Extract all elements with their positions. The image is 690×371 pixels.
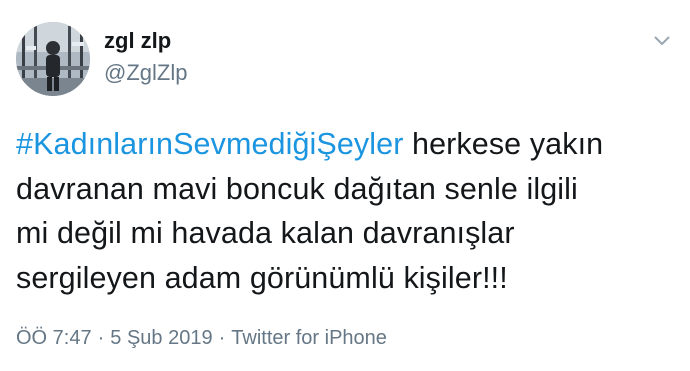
tweet-text-line: sergileyen adam görünümlü kişiler!!! [16, 260, 508, 295]
hashtag-link[interactable]: #KadınlarınSevmediğiŞeyler [16, 127, 403, 161]
tweet-source[interactable]: Twitter for iPhone [231, 327, 387, 349]
tweet-text-line: #KadınlarınSevmediğiŞeyler herkese yakın [16, 122, 680, 167]
tweet-menu-button[interactable] [648, 30, 676, 52]
tweet-text-segment: herkese yakın [403, 127, 604, 161]
avatar[interactable] [16, 22, 90, 96]
tweet-card: zgl zlp @ZglZlp #KadınlarınSevmediğiŞeyl… [0, 0, 690, 371]
tweet-time[interactable]: ÖÖ 7:47 [16, 327, 92, 349]
tweet-text-line: davranan mavi boncuk dağıtan senle ilgil… [16, 171, 578, 206]
tweet-date[interactable]: 5 Şub 2019 [110, 327, 212, 349]
tweet-text: #KadınlarınSevmediğiŞeyler herkese yakın… [16, 122, 680, 300]
meta-separator: · [97, 327, 105, 349]
chevron-down-icon [654, 36, 670, 45]
avatar-photo [16, 22, 90, 96]
author-display-name[interactable]: zgl zlp [104, 28, 171, 54]
author-handle[interactable]: @ZglZlp [104, 60, 187, 86]
meta-separator: · [218, 327, 226, 349]
tweet-meta: ÖÖ 7:47 · 5 Şub 2019 · Twitter for iPhone [16, 326, 387, 350]
tweet-text-line: mi değil mi havada kalan davranışlar [16, 216, 515, 250]
